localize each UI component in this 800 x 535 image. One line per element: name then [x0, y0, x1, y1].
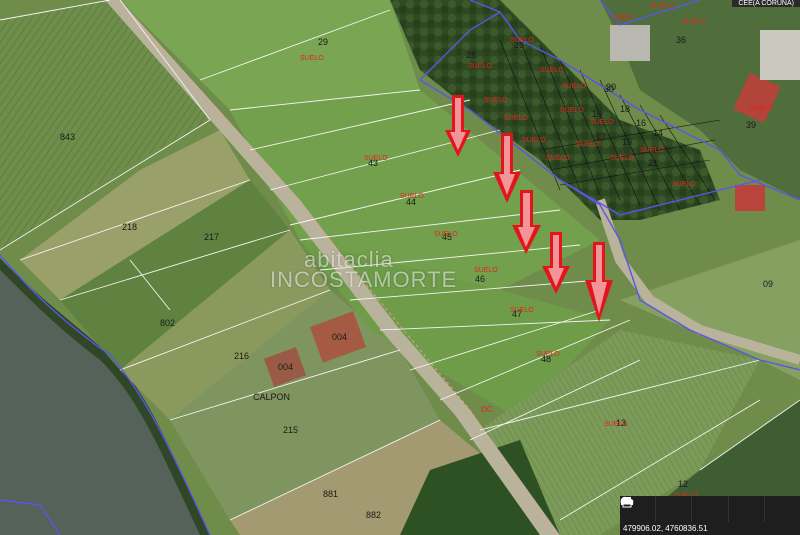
suelo-label: SUELO — [672, 181, 696, 188]
suelo-label: SUELO — [576, 141, 600, 148]
suelo-label: SUELO — [522, 137, 546, 144]
suelo-label: SUELO — [610, 155, 634, 162]
suelo-label: SUELO — [650, 3, 674, 10]
suelo-label: SUELO — [536, 351, 560, 358]
print-icon — [621, 497, 633, 508]
suelo-label: SUELO — [540, 67, 564, 74]
parcel-number-label: 16 — [636, 118, 646, 128]
parcel-number-label: 36 — [676, 35, 686, 45]
parcel-number-label: 20 — [606, 82, 616, 92]
suelo-label: SUELO — [434, 231, 458, 238]
suelo-label: SUELO — [560, 107, 584, 114]
parcel-number-label: DC — [481, 405, 493, 414]
suelo-label: SUELO — [510, 37, 534, 44]
parcel-number-label: 004 — [278, 362, 293, 372]
parcel-number-label: 802 — [160, 318, 175, 328]
parcel-number-label: 004 — [332, 332, 347, 342]
watermark: abitaclia INCOSTAMORTE — [270, 249, 458, 292]
suelo-label: SUELO — [484, 97, 508, 104]
building-ne — [760, 30, 800, 80]
region-label: CEE(A CORUNA) — [732, 0, 800, 7]
parcel-number-label: 843 — [60, 132, 75, 142]
parcel-number-label: 39 — [746, 120, 756, 130]
parcel-number-label: 215 — [283, 425, 298, 435]
parcel-number-label: 28 — [466, 50, 476, 60]
building-east-2 — [735, 185, 765, 211]
coordinates-readout: 479906.02, 4760836.51 — [623, 524, 708, 533]
suelo-label: SUELO — [400, 193, 424, 200]
parcel-number-label: 18 — [620, 104, 630, 114]
suelo-label: SUELO — [750, 105, 774, 112]
parcel-number-label: 14 — [653, 128, 663, 138]
print-button[interactable] — [621, 496, 800, 522]
suelo-label: SUELO — [546, 155, 570, 162]
parcel-number-label: 216 — [234, 351, 249, 361]
building-north — [610, 25, 650, 61]
parcel-number-label: 46 — [475, 274, 485, 284]
suelo-label: SUELO — [468, 63, 492, 70]
aerial-cadastral-map[interactable]: 29 843 218 217 802 216 215 881 882 43 44 45 46 47 48 12… — [0, 0, 800, 535]
parcel-number-label: 09 — [763, 279, 773, 289]
parcel-number-label: 15 — [622, 137, 632, 147]
suelo-label: SUELO — [640, 147, 664, 154]
parcel-number-label: 12 — [678, 479, 688, 489]
search-button[interactable] — [620, 496, 693, 522]
parcel-number-label: 218 — [122, 222, 137, 232]
measure-button[interactable] — [620, 496, 765, 522]
parcel-number-label: 19 — [592, 109, 602, 119]
suelo-label: SUELO — [474, 267, 498, 274]
watermark-line2: INCOSTAMORTE — [270, 267, 458, 292]
layers-button[interactable] — [620, 496, 729, 522]
parcel-number-label: 21 — [648, 158, 658, 168]
suelo-label: SUELO — [562, 83, 586, 90]
suelo-label: SUELO — [590, 119, 614, 126]
parcel-number-label: 29 — [318, 37, 328, 47]
suelo-label: SUELO — [504, 115, 528, 122]
parcel-number-label: 0200 — [614, 13, 632, 22]
parcel-number-label: 881 — [323, 489, 338, 499]
suelo-label: SUELO — [364, 155, 388, 162]
suelo-label: SUELO — [682, 19, 706, 26]
parcel-number-label: 882 — [366, 510, 381, 520]
map-toolbar: 479906.02, 4760836.51 — [620, 496, 800, 535]
parcel-number-label: 217 — [204, 232, 219, 242]
suelo-label: SUELO — [604, 421, 628, 428]
suelo-label: SUELO — [510, 307, 534, 314]
suelo-label: SUELO — [300, 55, 324, 62]
parcel-number-label: CALPON — [253, 392, 290, 402]
